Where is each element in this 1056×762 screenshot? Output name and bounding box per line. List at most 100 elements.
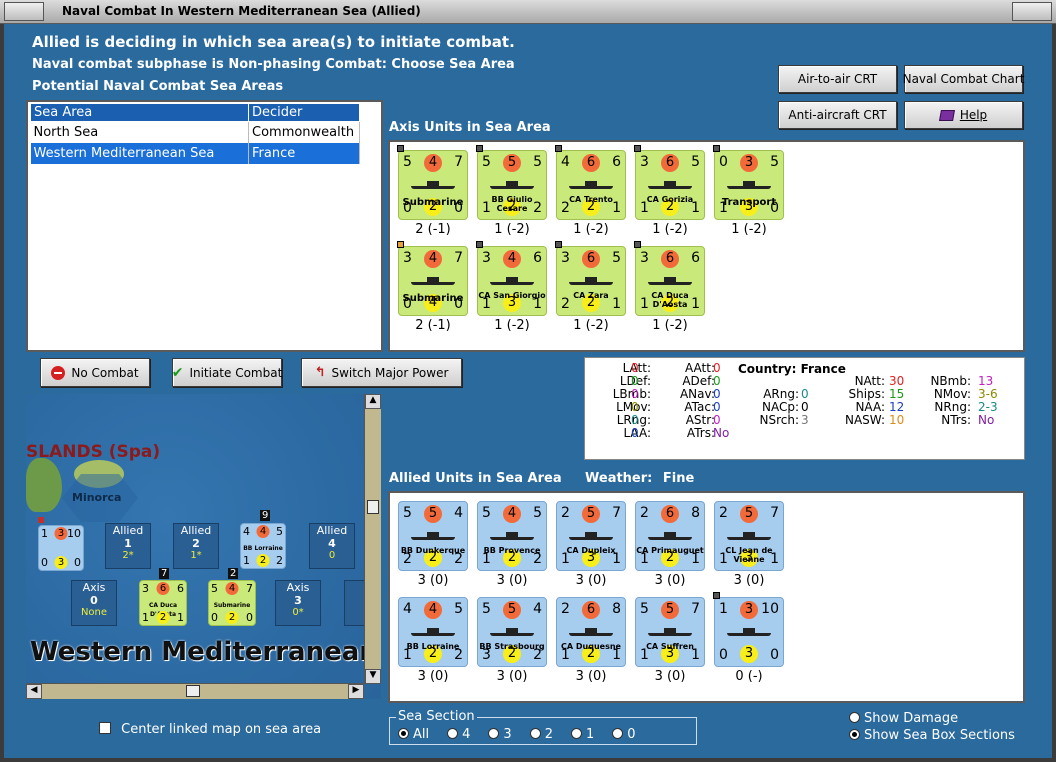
map-stack-submarine[interactable]: 5 4 7 Submarine 0 2 0 bbox=[208, 580, 256, 626]
counter-value-rc: 5 bbox=[503, 601, 521, 619]
status-marker bbox=[713, 145, 720, 152]
allied-unit-counter[interactable]: 5 5 4 2 2 2 BB Dunkerque bbox=[398, 501, 468, 571]
col-sea-area[interactable]: Sea Area bbox=[30, 103, 249, 122]
status-marker bbox=[476, 145, 483, 152]
anti-aircraft-crt-button[interactable]: Anti-aircraft CRT bbox=[778, 101, 897, 129]
table-row[interactable]: North Sea Commonwealth bbox=[30, 121, 360, 143]
counter-modifier-label: 1 (-2) bbox=[494, 318, 530, 333]
map-horizontal-scrollbar[interactable]: ◀ ▶ bbox=[26, 683, 364, 699]
map-stack-lorraine[interactable]: 4 4 5 BB Lorraine 1 2 2 bbox=[240, 523, 286, 569]
sea-section-option[interactable]: 0 bbox=[612, 727, 636, 742]
counter-name: CA Suffren bbox=[646, 642, 694, 651]
axis-unit-counter[interactable]: 3 6 5 2 2 1 CA Zara bbox=[555, 241, 626, 316]
allied-unit-counter[interactable]: 4 4 5 1 2 2 BB Lorraine bbox=[398, 597, 468, 667]
counter-value-tr: 8 bbox=[691, 505, 700, 521]
allied-unit-counter[interactable]: 2 6 8 1 2 1 CA Primauguet bbox=[635, 501, 705, 571]
show-damage-row[interactable]: Show Damage bbox=[849, 711, 958, 726]
map-box-allied-4[interactable]: Allied 4 0 bbox=[309, 523, 355, 569]
decider-cell: France bbox=[248, 142, 360, 164]
sea-section-radio[interactable] bbox=[570, 728, 582, 739]
counter-value-tl: 2 bbox=[561, 505, 570, 521]
axis-unit-counter[interactable]: 3 4 6 1 3 1 CA San Giorgio bbox=[476, 241, 547, 316]
box-sub: 0* bbox=[292, 607, 304, 618]
allied-unit-counter[interactable]: 5 5 4 3 2 2 BB Strasbourg bbox=[477, 597, 547, 667]
nsrch: 3 bbox=[801, 413, 809, 427]
allied-unit-counter[interactable]: 2 6 8 1 2 1 CA Duquesne bbox=[556, 597, 626, 667]
switch-label: Switch Major Power bbox=[331, 365, 449, 380]
sea-section-radio[interactable] bbox=[529, 728, 541, 739]
window-menu-button[interactable] bbox=[4, 2, 44, 21]
ship-silhouette-icon bbox=[490, 277, 534, 285]
map-allied-counter[interactable]: 1 3 10 0 3 0 bbox=[38, 525, 84, 571]
land-stats-values: 0 0 0 0 0 0 bbox=[631, 362, 639, 440]
map-stack-duca[interactable]: 3 6 6 CA Duca D'Aosta 1 2 1 bbox=[139, 580, 187, 626]
counter-value-rc: 4 bbox=[424, 250, 442, 268]
naval-combat-chart-button[interactable]: Naval Combat Chart bbox=[903, 65, 1024, 93]
scroll-up-arrow[interactable]: ▲ bbox=[365, 394, 381, 409]
scroll-down-arrow[interactable]: ▼ bbox=[365, 669, 381, 684]
scroll-thumb[interactable] bbox=[367, 500, 379, 514]
allied-unit-counter[interactable]: 5 4 5 1 2 2 BB Provence bbox=[477, 501, 547, 571]
linked-map[interactable]: SLANDS (Spa) Minorca 1 3 10 0 3 0 Allied… bbox=[26, 394, 381, 699]
map-box-axis-3[interactable]: Axis 3 0* bbox=[275, 580, 321, 626]
scroll-right-arrow[interactable]: ▶ bbox=[348, 684, 364, 699]
atrs: No bbox=[713, 426, 730, 440]
air-to-air-crt-button[interactable]: Air-to-air CRT bbox=[778, 65, 897, 93]
sea-section-radio[interactable] bbox=[612, 728, 624, 739]
counter-value-tl: 4 bbox=[561, 154, 570, 170]
counter-modifier-label: 3 (0) bbox=[417, 669, 449, 684]
center-map-checkbox-row[interactable]: Center linked map on sea area bbox=[99, 722, 321, 737]
col-decider[interactable]: Decider bbox=[248, 103, 360, 122]
counter-value-tr: 5 bbox=[533, 154, 542, 170]
scroll-left-arrow[interactable]: ◀ bbox=[26, 684, 42, 699]
counter-modifier-label: 3 (0) bbox=[654, 573, 686, 588]
status-marker bbox=[555, 241, 562, 248]
hscroll-thumb[interactable] bbox=[186, 685, 200, 697]
axis-unit-counter[interactable]: 5 4 7 0 2 0 Submarine bbox=[397, 145, 468, 220]
show-sections-radio[interactable] bbox=[849, 729, 860, 740]
ntrs: No bbox=[978, 413, 995, 427]
sea-section-option[interactable]: All bbox=[398, 727, 429, 742]
ship-silhouette-icon bbox=[490, 628, 534, 636]
window-close-button[interactable] bbox=[1012, 2, 1052, 21]
allied-unit-counter[interactable]: 2 5 7 1 3 1 CL Jean de Vienne bbox=[714, 501, 784, 571]
show-damage-radio[interactable] bbox=[849, 712, 860, 723]
initiate-combat-button[interactable]: ✔ Initiate Combat bbox=[172, 358, 282, 387]
sea-section-radio[interactable] bbox=[398, 728, 409, 739]
map-vertical-scrollbar[interactable]: ▲ ▼ bbox=[364, 394, 381, 684]
axis-unit-counter[interactable]: 3 6 6 1 2 1 CA Duca D'Aosta bbox=[634, 241, 705, 316]
status-marker bbox=[476, 241, 483, 248]
sea-section-option[interactable]: 1 bbox=[570, 727, 594, 742]
switch-major-power-button[interactable]: ↰ Switch Major Power bbox=[301, 358, 462, 387]
help-button[interactable]: Help bbox=[904, 101, 1023, 129]
no-entry-icon bbox=[51, 365, 66, 380]
table-row-selected[interactable]: Western Mediterranean Sea France bbox=[30, 142, 360, 164]
box-side: Allied bbox=[112, 524, 144, 537]
map-box-allied-2[interactable]: Allied 2 1* bbox=[173, 523, 219, 569]
axis-unit-counter[interactable]: 4 6 6 2 2 1 CA Trento bbox=[555, 145, 626, 220]
counter-name: CA Duca D'Aosta bbox=[651, 291, 689, 309]
allied-unit-counter[interactable]: 5 5 7 1 3 1 CA Suffren bbox=[635, 597, 705, 667]
map-box-axis-0[interactable]: Axis 0 None bbox=[71, 580, 117, 626]
no-combat-label: No Combat bbox=[71, 365, 139, 380]
sea-section-radio[interactable] bbox=[447, 728, 459, 739]
map-box-allied-1[interactable]: Allied 1 2* bbox=[105, 523, 151, 569]
ship-silhouette-icon bbox=[727, 532, 771, 540]
axis-unit-counter[interactable]: 3 4 7 0 4 0 Submarine bbox=[397, 241, 468, 316]
sea-section-radio[interactable] bbox=[488, 728, 500, 739]
axis-unit-counter[interactable]: 5 5 5 1 2 2 BB Giulio Cesare bbox=[476, 145, 547, 220]
axis-unit-counter[interactable]: 3 6 5 1 2 1 CA Gorizia bbox=[634, 145, 705, 220]
no-combat-button[interactable]: No Combat bbox=[40, 358, 150, 387]
axis-unit-counter[interactable]: 0 3 5 1 3 0 Transport bbox=[713, 145, 784, 220]
sea-section-option[interactable]: 2 bbox=[529, 727, 553, 742]
counter-value-tr: 5 bbox=[691, 154, 700, 170]
sea-area-map-label: Western Mediterranean bbox=[30, 637, 378, 667]
naa: 12 bbox=[889, 400, 905, 414]
allied-unit-counter[interactable]: 2 5 7 1 3 1 CA Dupleix bbox=[556, 501, 626, 571]
sea-section-option[interactable]: 3 bbox=[488, 727, 512, 742]
center-map-checkbox[interactable] bbox=[99, 722, 111, 734]
counter-value-rc: 4 bbox=[424, 154, 442, 172]
show-sections-row[interactable]: Show Sea Box Sections bbox=[849, 728, 1015, 743]
sea-section-option[interactable]: 4 bbox=[447, 727, 470, 742]
allied-unit-counter[interactable]: 1 3 10 0 3 0 bbox=[713, 592, 784, 667]
